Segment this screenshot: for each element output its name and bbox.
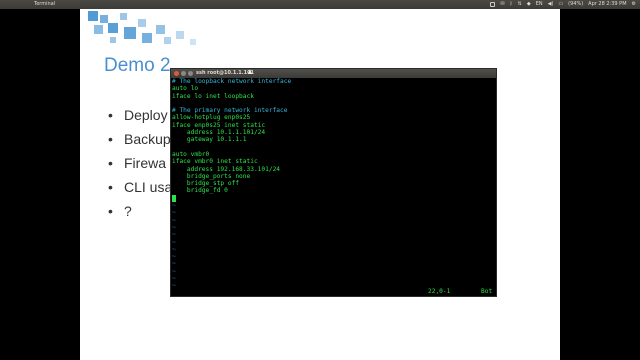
bullet-item: ?	[108, 201, 172, 225]
scroll-position: Bot	[481, 288, 493, 295]
empty-line-marker: ~	[172, 209, 176, 217]
terminal-titlebar[interactable]: ssh root@10.1.1.101	[171, 69, 496, 78]
terminal-content[interactable]: # The loopback network interface auto lo i…	[171, 78, 497, 296]
terminal-line: auto lo	[172, 85, 199, 93]
bullet-item: Backup	[108, 129, 172, 153]
bluetooth-icon[interactable]: ᛒ	[510, 0, 513, 9]
terminal-line	[172, 194, 497, 202]
battery-text: (94%)	[568, 1, 584, 7]
mail-icon[interactable]: ✉	[500, 0, 504, 9]
empty-line-marker: ~	[172, 202, 176, 210]
close-icon[interactable]	[174, 71, 179, 76]
dropbox-icon[interactable]: ◆	[527, 0, 531, 9]
terminal-window[interactable]: ssh root@10.1.1.101 # The loopback netwo…	[170, 68, 497, 297]
empty-line-marker: ~	[172, 253, 176, 261]
empty-line-marker: ~	[172, 238, 176, 246]
network-icon[interactable]: ⇅	[518, 0, 522, 9]
system-tray: ✉ ᛒ ⇅ ◆ EN ◀) ▭ (94%) Apr 28 2:39 PM ⚙	[490, 0, 636, 9]
clock[interactable]: Apr 28 2:39 PM	[588, 0, 626, 9]
gear-icon[interactable]: ⚙	[632, 0, 636, 9]
text-cursor	[172, 194, 176, 202]
cursor-position: 22,0-1	[428, 288, 451, 295]
slide-bullets: Deploy Backup Firewa CLI usa ?	[108, 105, 172, 225]
battery-icon[interactable]: ▭	[558, 0, 563, 9]
slide-title: Demo 2	[104, 55, 171, 76]
bullet-item: Firewa	[108, 153, 172, 177]
sound-icon[interactable]: ◀)	[548, 0, 554, 9]
terminal-line: iface vmbr0 inet static	[172, 158, 258, 166]
mouse-pointer-icon	[248, 69, 252, 74]
empty-line-marker: ~	[172, 216, 176, 224]
empty-line-marker: ~	[172, 223, 176, 231]
terminal-line: # The loopback network interface	[172, 78, 292, 85]
empty-line-marker: ~	[172, 231, 176, 239]
terminal-line: bridge_fd 0	[172, 187, 228, 195]
terminal-line: address 10.1.1.101/24	[172, 129, 266, 137]
terminal-line: allow-hotplug enp0s25	[172, 114, 251, 122]
empty-line-marker: ~	[172, 245, 176, 253]
terminal-title: ssh root@10.1.1.101	[196, 70, 255, 76]
terminal-line: gateway 10.1.1.1	[172, 136, 247, 144]
minimize-icon[interactable]	[181, 71, 186, 76]
terminal-line: iface enp0s25 inet static	[172, 121, 266, 129]
empty-line-marker: ~	[172, 275, 176, 283]
terminal-line: # The primary network interface	[172, 107, 288, 115]
terminal-line: bridge_ports none	[172, 172, 251, 180]
vim-status-line: 22,0-1 Bot	[171, 288, 496, 296]
slide-decoration	[80, 9, 280, 49]
keyboard-icon[interactable]	[490, 2, 496, 7]
terminal-line: iface lo inet loopback	[172, 92, 254, 100]
bullet-item: CLI usa	[108, 177, 172, 201]
empty-line-marker: ~	[172, 267, 176, 275]
top-panel: Terminal ✉ ᛒ ⇅ ◆ EN ◀) ▭ (94%) Apr 28 2:…	[0, 0, 640, 9]
app-title: Terminal	[34, 1, 56, 7]
maximize-icon[interactable]	[188, 71, 193, 76]
terminal-line: bridge_stp off	[172, 180, 240, 188]
empty-line-marker: ~	[172, 260, 176, 268]
input-method-icon[interactable]: EN	[536, 0, 543, 9]
terminal-line: auto vmbr0	[172, 150, 210, 158]
terminal-line: address 192.168.33.101/24	[172, 165, 281, 173]
bullet-item: Deploy	[108, 105, 172, 129]
